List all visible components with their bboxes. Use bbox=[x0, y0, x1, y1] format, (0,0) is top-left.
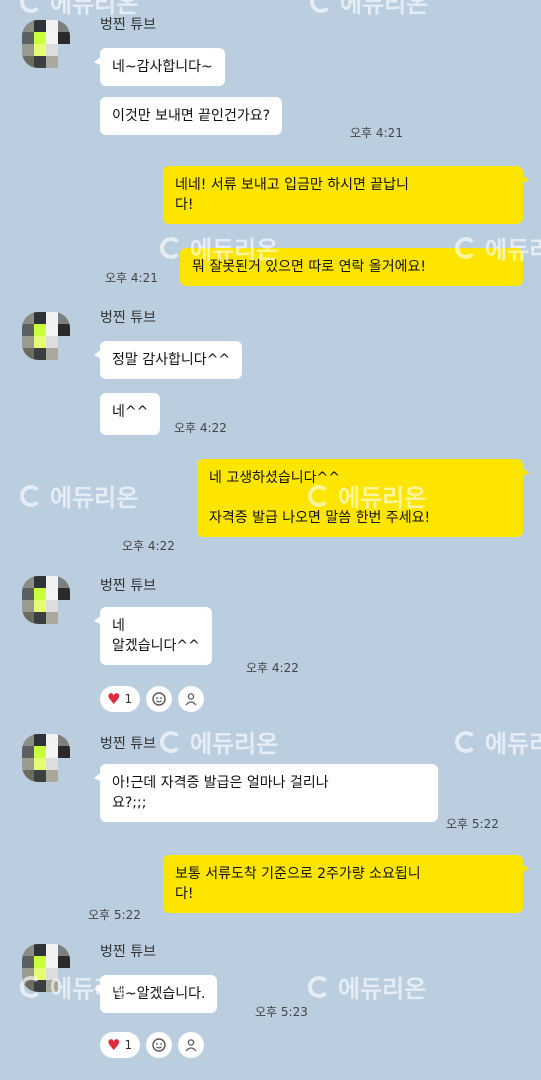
reactions-bar: ♥ 1 bbox=[100, 1032, 205, 1058]
reaction-users-button[interactable] bbox=[178, 686, 205, 712]
sender-name: 벙찐 튜브 bbox=[100, 17, 156, 33]
person-icon bbox=[185, 1039, 197, 1052]
watermark: 에듀리온 bbox=[20, 478, 138, 513]
message-bubble[interactable]: 네 알겠습니다^^ bbox=[94, 607, 212, 665]
my-message-bubble[interactable]: 뭐 잘못된거 있으면 따로 연락 올거에요! bbox=[180, 248, 523, 286]
person-icon bbox=[185, 693, 197, 706]
message-time: 오후 4:21 bbox=[105, 271, 158, 285]
heart-count: 1 bbox=[124, 692, 133, 706]
message-time: 오후 5:23 bbox=[255, 1005, 308, 1019]
heart-icon: ♥ bbox=[107, 689, 121, 708]
add-reaction-button[interactable] bbox=[146, 686, 173, 712]
sender-name: 벙찐 튜브 bbox=[100, 578, 156, 594]
add-emoji-icon bbox=[152, 1038, 166, 1052]
message-time: 오후 4:22 bbox=[122, 539, 175, 553]
avatar[interactable] bbox=[22, 312, 70, 360]
message-time: 오후 4:22 bbox=[174, 421, 227, 435]
sender-name: 벙찐 튜브 bbox=[100, 944, 156, 960]
heart-icon: ♥ bbox=[107, 1035, 121, 1054]
my-message-bubble[interactable]: 네네! 서류 보내고 입금만 하시면 끝납니 다! bbox=[163, 166, 529, 224]
message-bubble[interactable]: 네^^ bbox=[100, 393, 161, 435]
avatar[interactable] bbox=[22, 734, 70, 782]
message-bubble[interactable]: 이것만 보내면 끝인건가요? bbox=[100, 97, 283, 135]
message-bubble[interactable]: 네~감사합니다~ bbox=[94, 48, 225, 86]
message-time: 오후 4:22 bbox=[246, 661, 299, 675]
avatar[interactable] bbox=[22, 20, 70, 68]
my-message-bubble[interactable]: 네 고생하셨습니다^^ 자격증 발급 나오면 말씀 한번 주세요! bbox=[197, 459, 529, 537]
message-bubble[interactable]: 정말 감사합니다^^ bbox=[93, 341, 243, 379]
reaction-users-button[interactable] bbox=[178, 1032, 205, 1058]
watermark: 에듀리온 bbox=[308, 969, 426, 1004]
add-reaction-button[interactable] bbox=[146, 1032, 173, 1058]
heart-reaction-button[interactable]: ♥ 1 bbox=[100, 686, 141, 712]
message-bubble[interactable]: 아!근데 자격증 발급은 얼마나 걸리나 요?;;; bbox=[94, 764, 438, 822]
reactions-bar: ♥ 1 bbox=[100, 686, 205, 712]
avatar[interactable] bbox=[22, 576, 70, 624]
message-time: 오후 4:21 bbox=[350, 126, 403, 140]
watermark: 에듀리온 bbox=[455, 724, 541, 759]
watermark: 에듀리온 bbox=[310, 0, 428, 19]
message-time: 오후 5:22 bbox=[88, 908, 141, 922]
message-bubble[interactable]: 넵~알겠습니다. bbox=[93, 975, 218, 1013]
heart-reaction-button[interactable]: ♥ 1 bbox=[100, 1032, 141, 1058]
heart-count: 1 bbox=[124, 1038, 133, 1052]
avatar[interactable] bbox=[22, 944, 70, 992]
sender-name: 벙찐 튜브 bbox=[100, 310, 156, 326]
message-time: 오후 5:22 bbox=[446, 817, 499, 831]
my-message-bubble[interactable]: 보통 서류도착 기준으로 2주가량 소요됩니 다! bbox=[163, 855, 529, 913]
watermark: 에듀리온 bbox=[160, 724, 278, 759]
add-emoji-icon bbox=[152, 692, 166, 706]
sender-name: 벙찐 튜브 bbox=[100, 736, 156, 752]
